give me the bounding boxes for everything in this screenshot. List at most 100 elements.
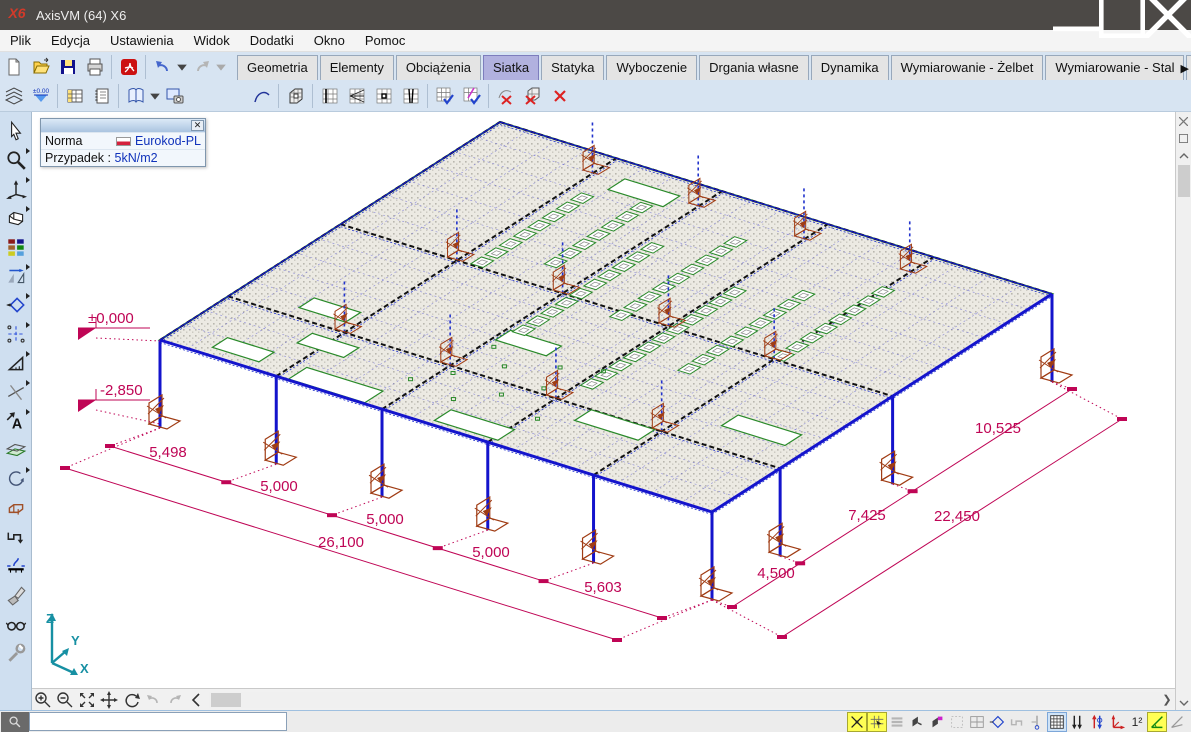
- model-view[interactable]: 5,498 5,000 5,000 5,000 5,603 26,100 4,5…: [32, 112, 1175, 688]
- workplane-alt-toggle[interactable]: [927, 712, 947, 732]
- zoom-in-button[interactable]: [32, 690, 54, 710]
- tab-obciazenia[interactable]: Obciążenia: [396, 55, 481, 80]
- new-file-button[interactable]: [0, 54, 27, 80]
- rotate-view-button[interactable]: [120, 690, 142, 710]
- transform-tool-button[interactable]: [2, 261, 30, 290]
- tab-siatka[interactable]: Siatka: [483, 55, 539, 80]
- table-browser-button[interactable]: [61, 83, 88, 109]
- partitions-toggle[interactable]: [967, 712, 987, 732]
- info-panel-close-button[interactable]: ✕: [191, 120, 204, 131]
- local-axes-toggle[interactable]: [1107, 712, 1127, 732]
- cursor-grid-toggle[interactable]: [867, 712, 887, 732]
- vertical-scrollbar[interactable]: [1177, 163, 1191, 693]
- loads-display-toggle[interactable]: [1067, 712, 1087, 732]
- save-view-button[interactable]: [161, 83, 188, 109]
- zoom-tool-button[interactable]: [2, 145, 30, 174]
- vscroll-down-arrow[interactable]: [1177, 695, 1191, 710]
- tab-wymiarowanie-stal[interactable]: Wymiarowanie - Stal: [1045, 55, 1184, 80]
- drawings-library-dropdown[interactable]: [149, 83, 161, 109]
- numbering-toggle[interactable]: 1²: [1127, 712, 1147, 732]
- geometry-tools-button[interactable]: [2, 290, 30, 319]
- tab-dynamika[interactable]: Dynamika: [811, 55, 889, 80]
- search-input[interactable]: [29, 712, 287, 731]
- workplane-toggle[interactable]: [907, 712, 927, 732]
- views-tool-button[interactable]: [2, 174, 30, 203]
- menu-ustawienia[interactable]: Ustawienia: [100, 30, 184, 52]
- undo-button[interactable]: [149, 54, 176, 80]
- pan-button[interactable]: [98, 690, 120, 710]
- vscroll-thumb[interactable]: [1178, 165, 1190, 197]
- geometry-status-toggle[interactable]: [987, 712, 1007, 732]
- axis-display-toggle[interactable]: [1027, 712, 1047, 732]
- delete-mesh-domain-button[interactable]: [519, 83, 546, 109]
- story-level-button[interactable]: ±0.00: [27, 83, 54, 109]
- info-panel-header[interactable]: ✕: [41, 119, 205, 132]
- parts-tool-button[interactable]: [2, 203, 30, 232]
- print-button[interactable]: [81, 54, 108, 80]
- open-file-button[interactable]: [27, 54, 54, 80]
- collapse-toolbar-button[interactable]: [186, 690, 208, 710]
- view-close-button[interactable]: [1177, 114, 1191, 129]
- mesh-refine-fan-button[interactable]: [343, 83, 370, 109]
- layers-status-toggle[interactable]: [887, 712, 907, 732]
- color-coding-button[interactable]: [2, 232, 30, 261]
- report-maker-button[interactable]: [88, 83, 115, 109]
- menu-widok[interactable]: Widok: [184, 30, 240, 52]
- dimension-text-button[interactable]: A: [2, 406, 30, 435]
- mesh-domain-button[interactable]: [282, 83, 309, 109]
- region-display-toggle[interactable]: [947, 712, 967, 732]
- select-tool-button[interactable]: [2, 116, 30, 145]
- horizontal-scrollbar[interactable]: ❯: [209, 692, 1174, 708]
- undo-dropdown[interactable]: [176, 54, 188, 80]
- delete-mesh-arc-button[interactable]: [492, 83, 519, 109]
- close-button[interactable]: [1145, 0, 1191, 30]
- renumber-button[interactable]: [2, 464, 30, 493]
- check-mesh-overlap-button[interactable]: [458, 83, 485, 109]
- mesh-arc-divide-button[interactable]: [248, 83, 275, 109]
- search-button[interactable]: [1, 712, 29, 732]
- tab-elementy[interactable]: Elementy: [320, 55, 394, 80]
- mesh-display-toggle[interactable]: [1047, 712, 1067, 732]
- mesh-refine-node-button[interactable]: [370, 83, 397, 109]
- pdf-export-button[interactable]: [115, 54, 142, 80]
- undo-view-button[interactable]: [142, 690, 164, 710]
- mesh-refine-strip-button[interactable]: [397, 83, 424, 109]
- delete-button[interactable]: [546, 83, 573, 109]
- reactions-display-toggle[interactable]: [1087, 712, 1107, 732]
- layers-button[interactable]: [0, 83, 27, 109]
- guidelines-tool-button[interactable]: [2, 319, 30, 348]
- menu-edycja[interactable]: Edycja: [41, 30, 100, 52]
- save-button[interactable]: [54, 54, 81, 80]
- redo-button[interactable]: [188, 54, 215, 80]
- hscroll-thumb[interactable]: [211, 693, 241, 707]
- drawings-library-button[interactable]: [122, 83, 149, 109]
- zoom-fit-button[interactable]: [76, 690, 98, 710]
- intersect-tool-button[interactable]: [2, 377, 30, 406]
- workplanes-button[interactable]: [2, 435, 30, 464]
- mesh-refine-edge-button[interactable]: [316, 83, 343, 109]
- tab-overflow-arrow[interactable]: ▶: [1181, 62, 1189, 75]
- spotlight-button[interactable]: [2, 580, 30, 609]
- polyline-status-toggle[interactable]: [1007, 712, 1027, 732]
- menu-dodatki[interactable]: Dodatki: [240, 30, 304, 52]
- redo-view-button[interactable]: [164, 690, 186, 710]
- menu-pomoc[interactable]: Pomoc: [355, 30, 415, 52]
- tab-wyboczenie[interactable]: Wyboczenie: [606, 55, 697, 80]
- display-options-button[interactable]: [2, 609, 30, 638]
- line-elements-button[interactable]: [2, 522, 30, 551]
- minimize-button[interactable]: [1053, 0, 1099, 30]
- hscroll-right-arrow[interactable]: ❯: [1160, 693, 1174, 706]
- model-canvas[interactable]: 5,498 5,000 5,000 5,000 5,603 26,100 4,5…: [32, 112, 1175, 710]
- vscroll-up-arrow[interactable]: [1177, 148, 1191, 163]
- zoom-out-button[interactable]: [54, 690, 76, 710]
- beam-internal-forces-button[interactable]: [2, 551, 30, 580]
- angle-snap-toggle[interactable]: [1147, 712, 1167, 732]
- set-square-tool-button[interactable]: [2, 348, 30, 377]
- redo-dropdown[interactable]: [215, 54, 227, 80]
- snap-to-node-toggle[interactable]: [847, 712, 867, 732]
- tab-statyka[interactable]: Statyka: [541, 55, 604, 80]
- view-restore-button[interactable]: [1177, 131, 1191, 146]
- tab-wymiarowanie-zelbet[interactable]: Wymiarowanie - Żelbet: [891, 55, 1044, 80]
- check-mesh-button[interactable]: [431, 83, 458, 109]
- tab-geometria[interactable]: Geometria: [237, 55, 318, 80]
